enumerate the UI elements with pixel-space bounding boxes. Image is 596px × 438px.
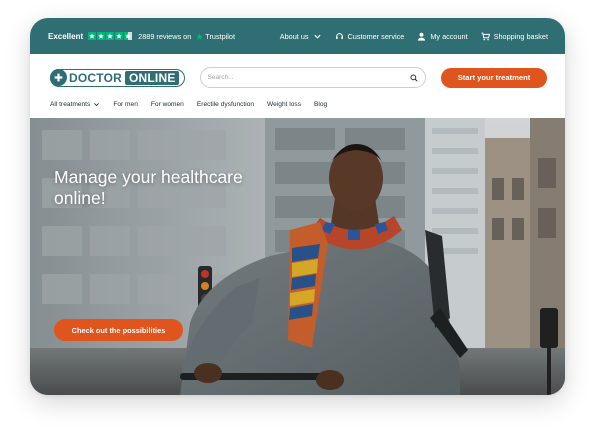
nav-weight-loss-label: Weight loss [267, 101, 302, 108]
cart-icon [481, 32, 490, 40]
star-icon [115, 32, 124, 40]
start-treatment-button[interactable]: Start your treatment [441, 67, 547, 88]
search-icon[interactable] [410, 73, 418, 82]
logo-wordmark: DOCTOR ONLINE [69, 70, 179, 85]
shopping-basket-link[interactable]: Shopping basket [481, 32, 548, 41]
headset-icon [335, 32, 343, 39]
my-account-label: My account [430, 31, 468, 41]
my-account-link[interactable]: My account [417, 31, 468, 41]
hero-banner: Manage your healthcare online! Check out… [30, 118, 565, 395]
site-header: DOCTORONLINE Start your treatment [30, 54, 565, 101]
trustpilot-review-count: 2889 reviews on [138, 31, 192, 41]
star-icon [97, 32, 106, 40]
shopping-basket-label: Shopping basket [493, 31, 548, 41]
chevron-down-icon [94, 103, 100, 107]
nav-weight-loss[interactable]: Weight loss [267, 101, 301, 108]
check-possibilities-button[interactable]: Check out the possibilities [54, 319, 183, 341]
search-input[interactable] [207, 74, 410, 81]
hero-photo [30, 118, 565, 395]
hero-title: Manage your healthcare online! [54, 167, 243, 208]
nav-for-men[interactable]: For men [113, 101, 138, 108]
nav-all-treatments[interactable]: All treatments [50, 101, 100, 108]
about-us-label: About us [279, 31, 309, 41]
trustpilot-rating-label: Excellent [48, 31, 84, 41]
trustpilot-star-icon [196, 32, 204, 40]
doctor-online-logo[interactable]: DOCTOR ONLINE [50, 68, 185, 87]
nav-for-women-label: For women [150, 101, 184, 108]
chevron-down-icon [313, 34, 321, 39]
top-bar: Excellent 2889 reviews on Trustpilot Abo… [30, 18, 565, 54]
trustpilot-widget[interactable]: Excellent 2889 reviews on Trustpilot [48, 32, 235, 41]
logo-word-online: ONLINE [124, 70, 179, 85]
about-us-link[interactable]: About us [280, 32, 322, 41]
customer-service-link[interactable]: Customer service [335, 31, 405, 41]
half-star-icon [124, 32, 133, 40]
category-nav: All treatments For men For women Erectil… [30, 101, 565, 118]
nav-blog[interactable]: Blog [314, 101, 327, 108]
trustpilot-brand-label: Trustpilot [205, 31, 236, 41]
nav-erectile-dysfunction-label: Erectile dysfunction [196, 101, 255, 108]
trustpilot-stars [88, 32, 133, 40]
trustpilot-logo: Trustpilot [196, 32, 235, 41]
nav-blog-label: Blog [314, 101, 328, 108]
nav-erectile-dysfunction[interactable]: Erectile dysfunction [197, 101, 254, 108]
customer-service-label: Customer service [347, 31, 405, 41]
nav-for-men-label: For men [113, 101, 138, 108]
top-nav: About us Customer service My account Sho… [280, 32, 548, 41]
plus-icon [50, 69, 67, 86]
nav-for-women[interactable]: For women [151, 101, 184, 108]
logo-word-doctor: DOCTOR [69, 70, 122, 85]
user-icon [418, 32, 426, 41]
browser-frame: Excellent 2889 reviews on Trustpilot Abo… [30, 18, 565, 395]
nav-all-treatments-label: All treatments [50, 101, 91, 108]
search-bar [199, 67, 426, 88]
star-icon [106, 32, 115, 40]
star-icon [88, 32, 97, 40]
